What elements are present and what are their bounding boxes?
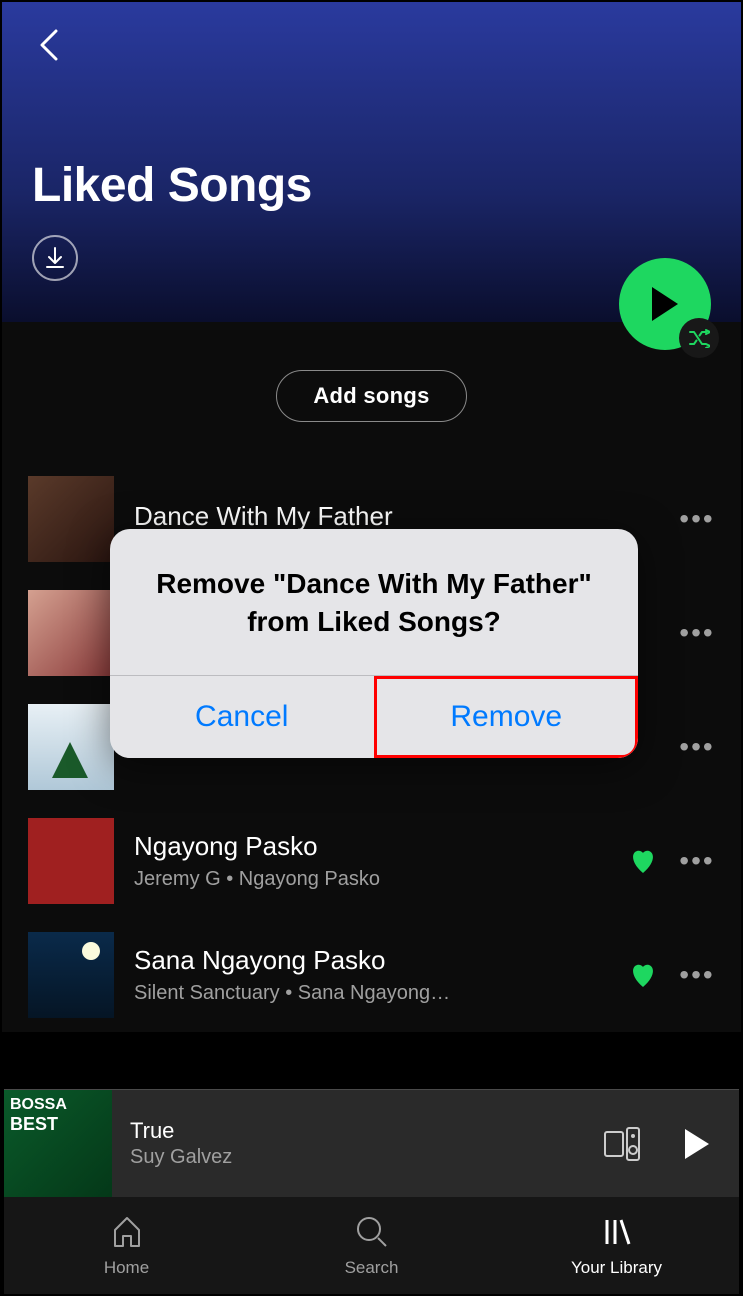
- devices-icon[interactable]: [601, 1124, 641, 1164]
- album-art: [28, 590, 114, 676]
- now-playing-text: True Suy Galvez: [130, 1118, 583, 1169]
- nav-search[interactable]: Search: [249, 1197, 494, 1294]
- search-icon: [354, 1214, 390, 1250]
- add-songs-button[interactable]: Add songs: [276, 370, 466, 422]
- song-title: Dance With My Father: [134, 501, 659, 532]
- page-title: Liked Songs: [32, 158, 711, 213]
- more-button[interactable]: •••: [679, 843, 715, 879]
- nav-label: Home: [104, 1258, 149, 1278]
- song-text: Ngayong Pasko Jeremy G • Ngayong Pasko: [134, 831, 607, 891]
- song-subtitle: Silent Sanctuary • Sana Ngayong…: [134, 982, 607, 1005]
- nav-label: Search: [345, 1258, 399, 1278]
- bottom-nav: Home Search Your Library: [4, 1197, 739, 1294]
- nav-label: Your Library: [571, 1258, 662, 1278]
- play-icon: [648, 285, 682, 323]
- song-text: Sana Ngayong Pasko Silent Sanctuary • Sa…: [134, 945, 607, 1005]
- album-art: [28, 476, 114, 562]
- song-title: Sana Ngayong Pasko: [134, 945, 607, 976]
- now-playing-title: True: [130, 1118, 583, 1144]
- cancel-button[interactable]: Cancel: [110, 676, 374, 758]
- add-songs-row: Add songs: [2, 322, 741, 450]
- song-row[interactable]: Ngayong Pasko Jeremy G • Ngayong Pasko •…: [20, 804, 723, 918]
- dialog-buttons: Cancel Remove: [110, 675, 638, 758]
- now-playing-artist: Suy Galvez: [130, 1146, 583, 1169]
- song-title: Ngayong Pasko: [134, 831, 607, 862]
- more-button[interactable]: •••: [679, 729, 715, 765]
- library-icon: [599, 1214, 635, 1250]
- shuffle-badge[interactable]: [679, 318, 719, 358]
- download-button[interactable]: [32, 235, 78, 281]
- remove-dialog: Remove "Dance With My Father" from Liked…: [110, 529, 638, 758]
- heart-icon[interactable]: [627, 959, 659, 991]
- back-button[interactable]: [32, 28, 66, 62]
- album-art: [28, 932, 114, 1018]
- shuffle-icon: [688, 328, 710, 348]
- song-subtitle: Jeremy G • Ngayong Pasko: [134, 868, 607, 891]
- nav-library[interactable]: Your Library: [494, 1197, 739, 1294]
- play-button[interactable]: [679, 1127, 713, 1161]
- remove-button[interactable]: Remove: [374, 676, 639, 758]
- now-playing-art: [4, 1090, 112, 1198]
- header-gradient: Liked Songs: [2, 2, 741, 322]
- chevron-left-icon: [38, 29, 60, 61]
- album-art: [28, 818, 114, 904]
- play-all-button[interactable]: [619, 258, 711, 350]
- album-art: [28, 704, 114, 790]
- more-button[interactable]: •••: [679, 957, 715, 993]
- heart-icon[interactable]: [627, 845, 659, 877]
- home-icon: [109, 1214, 145, 1250]
- more-button[interactable]: •••: [679, 501, 715, 537]
- song-row[interactable]: Sana Ngayong Pasko Silent Sanctuary • Sa…: [20, 918, 723, 1032]
- now-playing-bar[interactable]: True Suy Galvez: [4, 1089, 739, 1197]
- nav-home[interactable]: Home: [4, 1197, 249, 1294]
- download-icon: [45, 247, 65, 269]
- dialog-message: Remove "Dance With My Father" from Liked…: [110, 529, 638, 675]
- more-button[interactable]: •••: [679, 615, 715, 651]
